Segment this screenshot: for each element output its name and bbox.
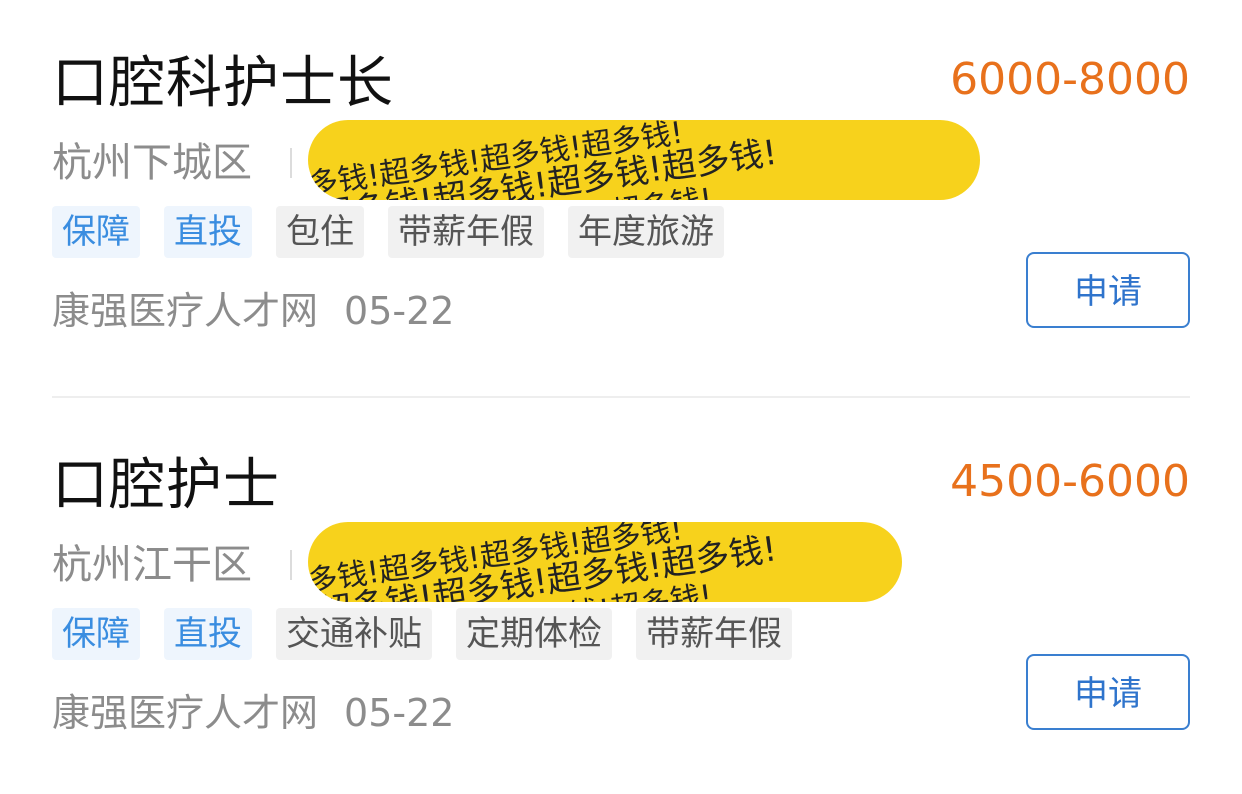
tag-direct-apply: 直投 bbox=[164, 206, 252, 258]
redaction-sticker: 超多钱!超多钱!超多钱!超多钱! 超多钱!超多钱!超多钱!超多钱! 超多钱!超多… bbox=[308, 522, 902, 602]
card-divider bbox=[52, 396, 1190, 398]
job-title[interactable]: 口腔护士 bbox=[52, 450, 280, 522]
post-date: 05-22 bbox=[344, 289, 455, 333]
tag-benefit: 带薪年假 bbox=[388, 206, 544, 258]
job-card[interactable]: 口腔科护士长 6000-8000 杭州下城区 超多钱!超多钱!超多钱!超多钱! … bbox=[52, 0, 1190, 360]
tag-benefit: 交通补贴 bbox=[276, 608, 432, 660]
benefit-tags: 保障 直投 交通补贴 定期体检 带薪年假 bbox=[52, 608, 792, 660]
post-date: 05-22 bbox=[344, 691, 455, 735]
job-location: 杭州江干区 bbox=[52, 542, 252, 588]
tag-benefit: 年度旅游 bbox=[568, 206, 724, 258]
job-meta: 康强医疗人才网 05-22 bbox=[52, 688, 454, 738]
apply-button[interactable]: 申请 bbox=[1026, 654, 1190, 730]
job-card[interactable]: 口腔护士 4500-6000 杭州江干区 超多钱!超多钱!超多钱!超多钱! 超多… bbox=[52, 402, 1190, 762]
separator bbox=[290, 148, 292, 178]
job-source: 康强医疗人才网 bbox=[52, 691, 319, 735]
benefit-tags: 保障 直投 包住 带薪年假 年度旅游 bbox=[52, 206, 724, 258]
job-title[interactable]: 口腔科护士长 bbox=[52, 48, 394, 120]
tag-benefit: 包住 bbox=[276, 206, 364, 258]
tag-guarantee: 保障 bbox=[52, 206, 140, 258]
tag-guarantee: 保障 bbox=[52, 608, 140, 660]
separator bbox=[290, 550, 292, 580]
tag-benefit: 带薪年假 bbox=[636, 608, 792, 660]
job-location: 杭州下城区 bbox=[52, 140, 252, 186]
apply-button[interactable]: 申请 bbox=[1026, 252, 1190, 328]
job-source: 康强医疗人才网 bbox=[52, 289, 319, 333]
salary-range: 6000-8000 bbox=[950, 54, 1190, 105]
tag-benefit: 定期体检 bbox=[456, 608, 612, 660]
redaction-sticker: 超多钱!超多钱!超多钱!超多钱! 超多钱!超多钱!超多钱!超多钱! 超多钱!超多… bbox=[308, 120, 980, 200]
tag-direct-apply: 直投 bbox=[164, 608, 252, 660]
job-meta: 康强医疗人才网 05-22 bbox=[52, 286, 454, 336]
salary-range: 4500-6000 bbox=[950, 456, 1190, 507]
